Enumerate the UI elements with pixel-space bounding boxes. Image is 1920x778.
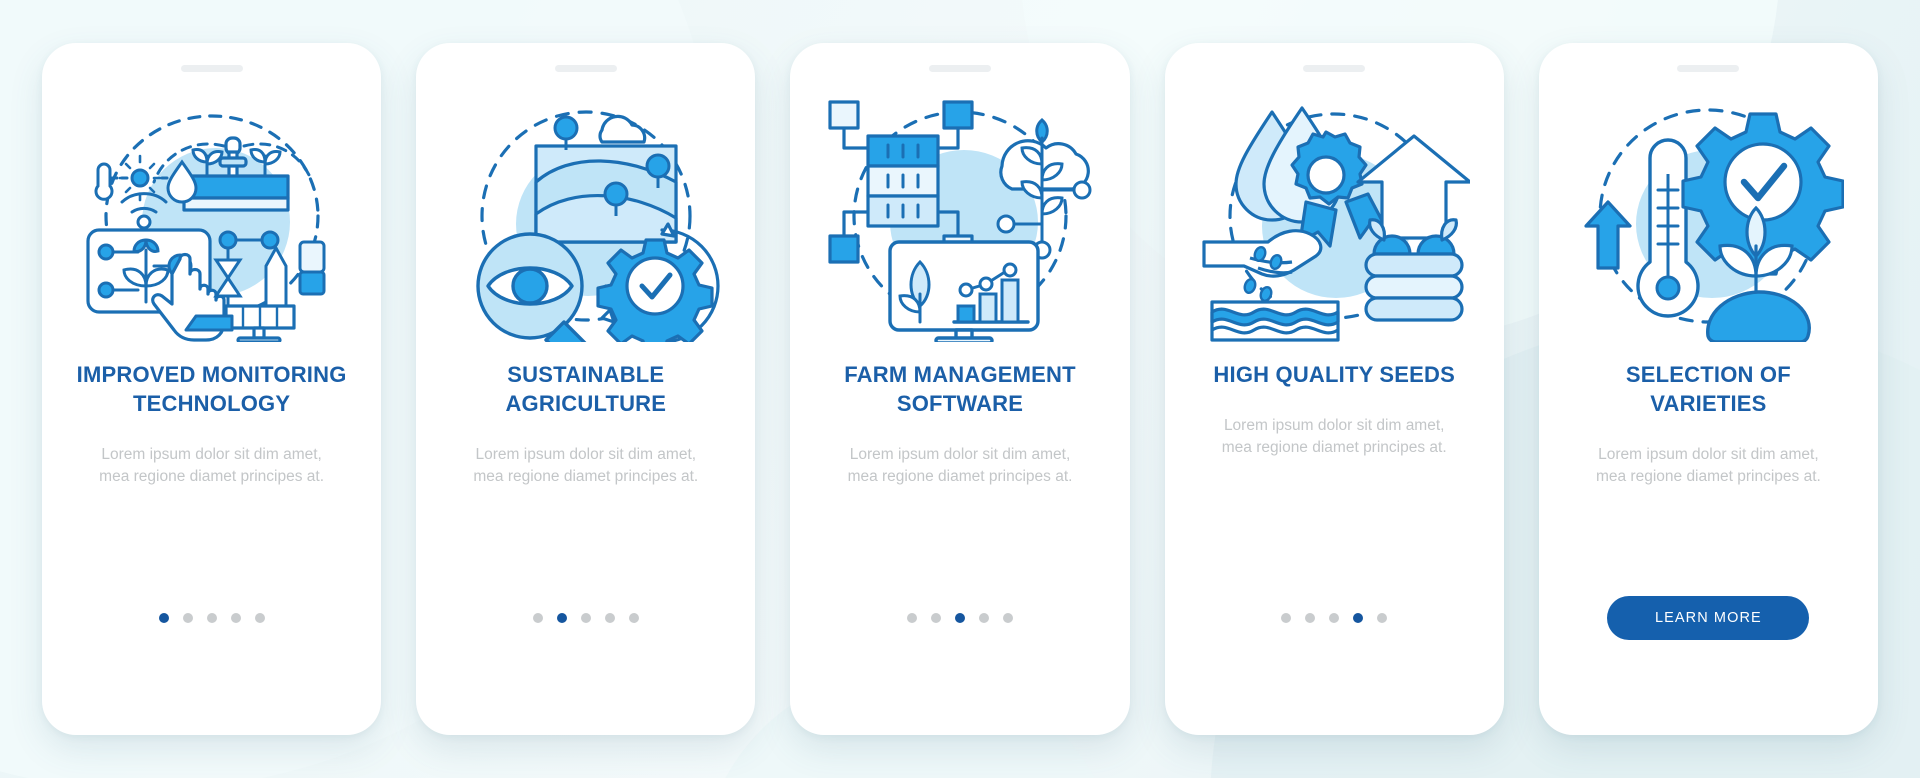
screen-description: Lorem ipsum dolor sit dim amet, mea regi… [1221, 417, 1447, 456]
pagination-dot-4[interactable] [604, 613, 615, 623]
pagination-dot-2[interactable] [1305, 613, 1316, 623]
phone-speaker-notch [1677, 65, 1740, 72]
phone-speaker-notch [180, 65, 243, 72]
onboarding-screen-4[interactable]: HIGH QUALITY SEEDS Lorem ipsum dolor sit… [1164, 43, 1504, 735]
onboarding-screen-3[interactable]: FARM MANAGEMENT SOFTWARE Lorem ipsum dol… [790, 43, 1130, 735]
field-inspection-icon [450, 90, 722, 342]
pagination-dots[interactable] [790, 613, 1129, 623]
pagination-dot-1[interactable] [907, 613, 917, 623]
pagination-dots[interactable] [1165, 613, 1504, 623]
pagination-dot-5[interactable] [254, 613, 265, 623]
smart-monitoring-icon [76, 90, 348, 342]
seed-quality-icon [1198, 90, 1471, 342]
pagination-dot-1[interactable] [532, 613, 543, 623]
pagination-dot-3[interactable] [206, 613, 217, 623]
pagination-dot-5[interactable] [628, 613, 639, 623]
pagination-dot-2[interactable] [931, 613, 941, 623]
screen-description: Lorem ipsum dolor sit dim amet, mea regi… [473, 446, 699, 485]
screen-title: HIGH QUALITY SEEDS [1213, 362, 1455, 387]
pagination-dot-2[interactable] [182, 613, 193, 623]
pagination-dot-4[interactable] [979, 613, 989, 623]
pagination-dot-5[interactable] [1377, 613, 1388, 623]
onboarding-screens-board: IMPROVED MONITORING TECHNOLOGY Lorem ips… [0, 0, 1920, 778]
pagination-dot-3[interactable] [580, 613, 591, 623]
farm-software-icon [824, 90, 1096, 342]
pagination-dot-1[interactable] [1281, 613, 1292, 623]
phone-speaker-notch [554, 65, 617, 72]
phone-speaker-notch [929, 65, 991, 72]
pagination-dot-2[interactable] [556, 613, 567, 623]
onboarding-screen-5[interactable]: SELECTION OF VARIETIES Lorem ipsum dolor… [1538, 43, 1879, 735]
pagination-dots[interactable] [42, 613, 381, 623]
pagination-dot-5[interactable] [1003, 613, 1013, 623]
learn-more-button[interactable]: LEARN MORE [1607, 596, 1810, 640]
pagination-dots[interactable] [416, 613, 755, 623]
pagination-dot-3[interactable] [1329, 613, 1340, 623]
screen-title: IMPROVED MONITORING TECHNOLOGY [76, 362, 347, 416]
screen-title: SELECTION OF VARIETIES [1625, 362, 1791, 416]
screen-title: FARM MANAGEMENT SOFTWARE [844, 362, 1076, 416]
pagination-dot-4[interactable] [230, 613, 241, 623]
pagination-dot-3[interactable] [955, 613, 965, 623]
screen-description: Lorem ipsum dolor sit dim amet, mea regi… [99, 446, 325, 485]
onboarding-screen-2[interactable]: SUSTAINABLE AGRICULTURE Lorem ipsum dolo… [416, 43, 756, 735]
phone-speaker-notch [1303, 65, 1366, 72]
screen-title: SUSTAINABLE AGRICULTURE [505, 362, 667, 416]
pagination-dot-1[interactable] [158, 613, 169, 623]
screen-description: Lorem ipsum dolor sit dim amet, mea regi… [1595, 446, 1821, 485]
onboarding-screen-1[interactable]: IMPROVED MONITORING TECHNOLOGY Lorem ips… [42, 43, 382, 735]
screen-description: Lorem ipsum dolor sit dim amet, mea regi… [847, 446, 1073, 485]
pagination-dot-4[interactable] [1353, 613, 1364, 623]
variety-selection-icon [1572, 90, 1845, 342]
